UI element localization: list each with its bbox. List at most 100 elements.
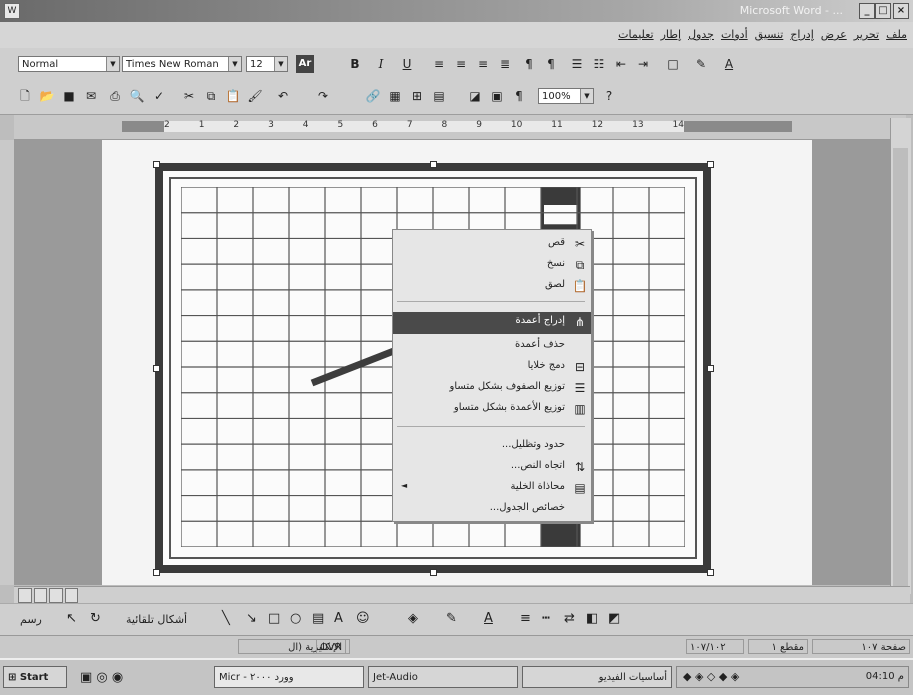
- menu-item-cut[interactable]: ✂ قص: [393, 234, 591, 254]
- resize-handle[interactable]: [430, 569, 437, 576]
- menu-edit[interactable]: تحرير: [854, 28, 879, 41]
- insert-excel-icon[interactable]: ▤: [430, 87, 448, 105]
- menu-item-distribute-columns[interactable]: ▥ توزيع الأعمدة بشكل متساو: [393, 399, 591, 419]
- decrease-indent-icon[interactable]: ⇤: [612, 55, 630, 73]
- menu-item-table-properties[interactable]: خصائص الجدول...: [393, 499, 591, 519]
- start-button[interactable]: ⊞ Start: [3, 666, 67, 688]
- format-painter-icon[interactable]: 🖌: [246, 87, 264, 105]
- font-color-icon[interactable]: A: [720, 55, 738, 73]
- free-rotate-icon[interactable]: ↻: [90, 611, 101, 626]
- rectangle-icon[interactable]: □: [268, 611, 280, 626]
- line-style-icon[interactable]: ≡: [520, 611, 531, 626]
- menu-item-distribute-rows[interactable]: ☰ توزيع الصفوف بشكل متساو: [393, 378, 591, 398]
- email-icon[interactable]: ✉: [82, 87, 100, 105]
- draw-menu[interactable]: رسم: [20, 613, 42, 626]
- oval-icon[interactable]: ○: [290, 611, 301, 626]
- increase-indent-icon[interactable]: ⇥: [634, 55, 652, 73]
- line-color-icon[interactable]: ✎: [446, 611, 457, 626]
- print-icon[interactable]: ⎙: [106, 87, 124, 105]
- word-doc-icon[interactable]: W: [4, 3, 20, 19]
- view-buttons[interactable]: [18, 588, 78, 603]
- undo-icon[interactable]: ↶: [274, 87, 292, 105]
- minimize-button[interactable]: _: [859, 3, 875, 19]
- tray-icons[interactable]: ◆ ◈ ◇ ◆ ◈: [683, 670, 739, 683]
- open-folder-icon[interactable]: 📂: [38, 87, 56, 105]
- menu-tools[interactable]: أدوات: [721, 28, 748, 41]
- task-word[interactable]: Micr - وورد ٢٠٠٠: [214, 666, 364, 688]
- align-right-icon[interactable]: ≡: [430, 55, 448, 73]
- cut-icon[interactable]: ✂: [180, 87, 198, 105]
- paste-icon[interactable]: 📋: [224, 87, 242, 105]
- menu-item-paste[interactable]: 📋 لصق: [393, 276, 591, 296]
- quicklaunch-icons[interactable]: ▣ ◎ ◉: [80, 670, 123, 685]
- align-left-icon[interactable]: ≡: [474, 55, 492, 73]
- arabic-font-button[interactable]: Ar: [296, 55, 314, 73]
- scroll-thumb[interactable]: [893, 148, 908, 608]
- justify-icon[interactable]: ≣: [496, 55, 514, 73]
- line-icon[interactable]: ╲: [222, 611, 230, 626]
- shadow-icon[interactable]: ◧: [586, 611, 598, 626]
- resize-handle[interactable]: [430, 161, 437, 168]
- resize-handle[interactable]: [707, 569, 714, 576]
- menu-item-copy[interactable]: ⧉ نسخ: [393, 255, 591, 275]
- menu-item-text-direction[interactable]: ⇅ اتجاه النص...: [393, 457, 591, 477]
- arrow-icon[interactable]: ↘: [246, 611, 257, 626]
- bullets-icon[interactable]: ☷: [590, 55, 608, 73]
- help-icon[interactable]: ?: [600, 87, 618, 105]
- menu-format[interactable]: تنسيق: [755, 28, 784, 41]
- menu-item-borders-shading[interactable]: حدود وتظليل...: [393, 436, 591, 456]
- tables-borders-icon[interactable]: ▦: [386, 87, 404, 105]
- clipart-icon[interactable]: ☺: [356, 611, 370, 626]
- menu-help[interactable]: تعليمات: [618, 28, 653, 41]
- spelling-icon[interactable]: ✓: [150, 87, 168, 105]
- menu-insert[interactable]: إدراج: [790, 28, 813, 41]
- underline-button[interactable]: U: [398, 55, 416, 73]
- copy-icon[interactable]: ⧉: [202, 87, 220, 105]
- hyperlink-icon[interactable]: 🔗: [364, 87, 382, 105]
- drawing-icon[interactable]: ◪: [466, 87, 484, 105]
- vertical-scrollbar[interactable]: [890, 118, 911, 608]
- resize-handle[interactable]: [153, 365, 160, 372]
- vertical-ruler[interactable]: [0, 140, 15, 585]
- wordart-icon[interactable]: A: [334, 611, 343, 626]
- 3d-icon[interactable]: ◩: [608, 611, 620, 626]
- italic-button[interactable]: I: [372, 55, 390, 73]
- align-center-icon[interactable]: ≡: [452, 55, 470, 73]
- bold-button[interactable]: B: [346, 55, 364, 73]
- new-document-icon[interactable]: 🗋: [16, 87, 34, 105]
- border-icon[interactable]: □: [664, 55, 682, 73]
- menu-window[interactable]: إطار: [661, 28, 681, 41]
- menu-item-insert-columns[interactable]: ⋔ إدراج أعمدة: [393, 312, 591, 334]
- ltr-paragraph-icon[interactable]: ¶: [542, 55, 560, 73]
- fill-color-icon[interactable]: ◈: [408, 611, 418, 626]
- menu-item-cell-alignment[interactable]: ▤ محاذاة الخلية ◄: [393, 478, 591, 498]
- menu-item-merge-cells[interactable]: ⊟ دمج خلايا: [393, 357, 591, 377]
- dash-style-icon[interactable]: ┅: [542, 611, 550, 626]
- task-video[interactable]: أساسيات الفيديو: [522, 666, 672, 688]
- textbox-icon[interactable]: ▤: [312, 611, 324, 626]
- resize-handle[interactable]: [707, 365, 714, 372]
- numbering-icon[interactable]: ☰: [568, 55, 586, 73]
- rtl-paragraph-icon[interactable]: ¶: [520, 55, 538, 73]
- outline-view-icon[interactable]: [64, 588, 78, 603]
- zoom-select[interactable]: 100% ▼: [538, 88, 594, 104]
- horizontal-ruler[interactable]: 21 23 45 67 89 10 11 12 13 14: [14, 115, 906, 140]
- redo-icon[interactable]: ↷: [314, 87, 332, 105]
- resize-handle[interactable]: [153, 161, 160, 168]
- horizontal-scrollbar[interactable]: [14, 586, 910, 603]
- autoshapes-menu[interactable]: أشكال تلقائية: [126, 613, 187, 626]
- print-view-icon[interactable]: [49, 588, 63, 603]
- menu-table[interactable]: جدول: [688, 28, 714, 41]
- font-color-icon[interactable]: A: [484, 611, 493, 626]
- insert-table-icon[interactable]: ⊞: [408, 87, 426, 105]
- maximize-button[interactable]: □: [875, 3, 891, 19]
- task-jetaudio[interactable]: Jet-Audio: [368, 666, 518, 688]
- menu-view[interactable]: عرض: [821, 28, 847, 41]
- menu-item-delete-columns[interactable]: حذف أعمدة: [393, 336, 591, 356]
- menu-file[interactable]: ملف: [886, 28, 907, 41]
- print-preview-icon[interactable]: 🔍: [128, 87, 146, 105]
- show-hide-icon[interactable]: ¶: [510, 87, 528, 105]
- overtype-status[interactable]: OVR: [316, 639, 350, 654]
- font-select[interactable]: Times New Roman ▼: [122, 56, 242, 72]
- save-icon[interactable]: ■: [60, 87, 78, 105]
